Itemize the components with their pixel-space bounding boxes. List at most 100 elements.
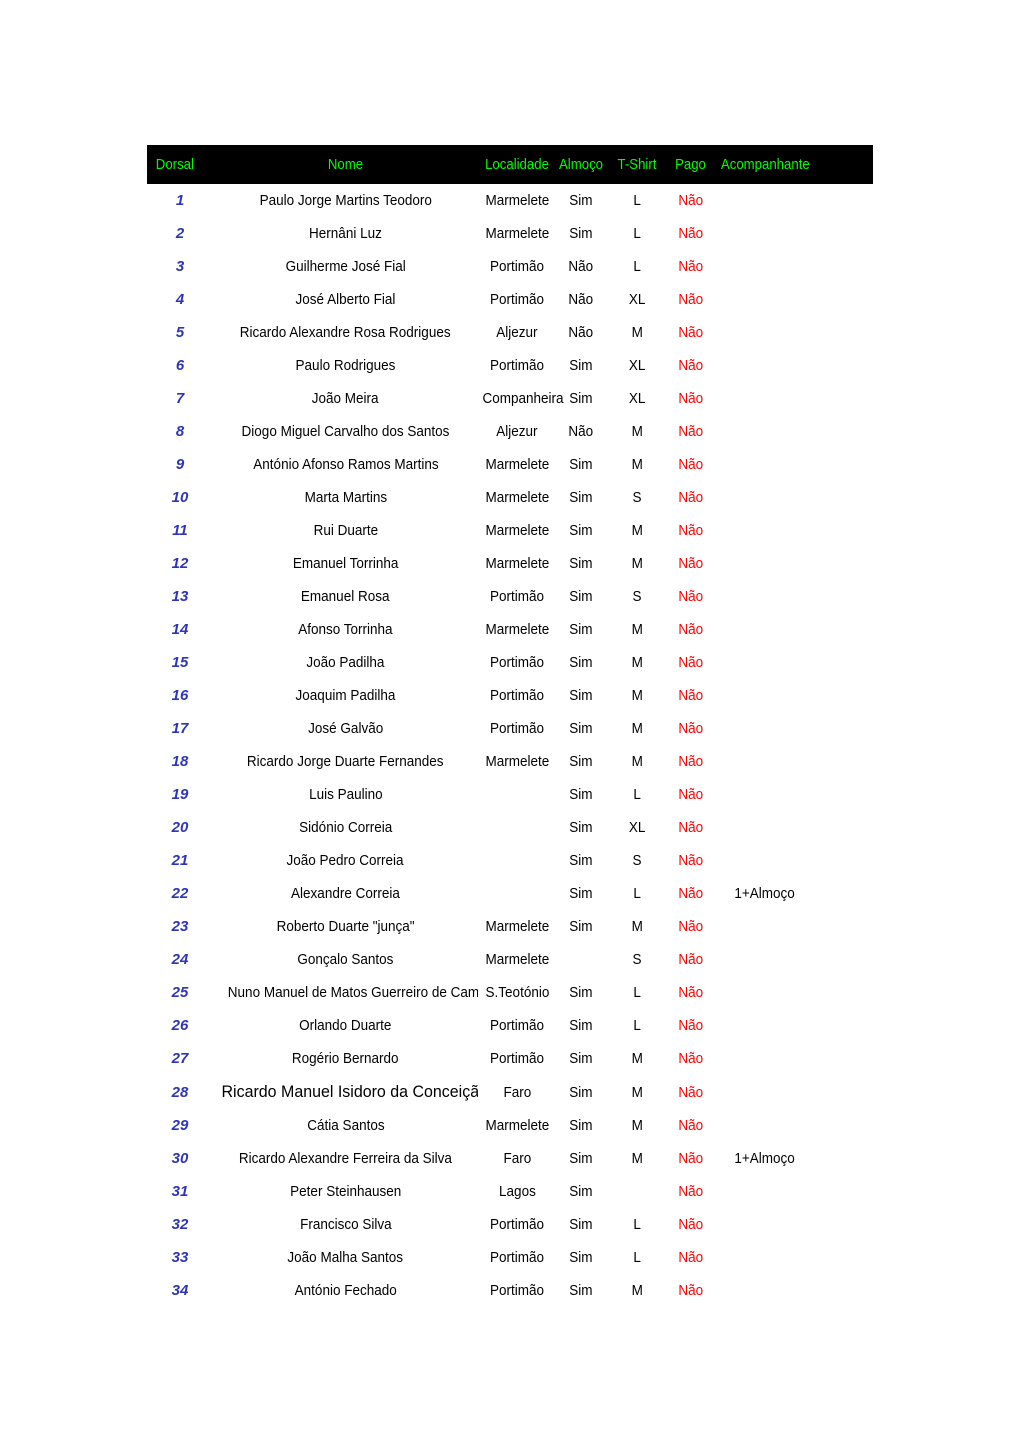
cell-nome[interactable]: Nuno Manuel de Matos Guerreiro de Campo xyxy=(213,976,478,1009)
column-header-pago[interactable]: Pago xyxy=(671,145,711,184)
cell-nome[interactable]: Ricardo Manuel Isidoro da Conceição xyxy=(213,1075,478,1109)
cell-dorsal[interactable]: 15 xyxy=(147,646,213,679)
cell-pago[interactable]: Não xyxy=(668,316,713,349)
cell-tshirt[interactable]: M xyxy=(606,1109,668,1142)
cell-nome[interactable]: Ricardo Jorge Duarte Fernandes xyxy=(213,745,478,778)
cell-nome[interactable]: Joaquim Padilha xyxy=(213,679,478,712)
column-header-tshirt[interactable]: T-Shirt xyxy=(610,145,665,184)
cell-nome[interactable]: Roberto Duarte "junça" xyxy=(213,910,478,943)
table-row[interactable]: 13 Emanuel Rosa Portimão Sim S Não xyxy=(147,580,873,613)
cell-dorsal[interactable]: 11 xyxy=(147,514,213,547)
cell-tshirt[interactable]: M xyxy=(606,679,668,712)
cell-localidade[interactable]: Marmelete xyxy=(478,448,556,481)
cell-nome[interactable]: Paulo Jorge Martins Teodoro xyxy=(213,184,478,217)
cell-almoco[interactable]: Sim xyxy=(556,811,606,844)
cell-nome[interactable]: Marta Martins xyxy=(213,481,478,514)
cell-almoco[interactable]: Sim xyxy=(556,580,606,613)
cell-nome[interactable]: Sidónio Correia xyxy=(213,811,478,844)
cell-tshirt[interactable]: L xyxy=(606,217,668,250)
cell-nome[interactable]: Francisco Silva xyxy=(213,1208,478,1241)
cell-acompanhante[interactable] xyxy=(713,250,873,283)
cell-dorsal[interactable]: 31 xyxy=(147,1175,213,1208)
cell-localidade[interactable]: Marmelete xyxy=(478,184,556,217)
cell-nome[interactable]: Diogo Miguel Carvalho dos Santos xyxy=(213,415,478,448)
cell-localidade[interactable]: Portimão xyxy=(478,1009,556,1042)
cell-acompanhante[interactable] xyxy=(713,1042,873,1075)
cell-dorsal[interactable]: 8 xyxy=(147,415,213,448)
cell-dorsal[interactable]: 14 xyxy=(147,613,213,646)
cell-tshirt[interactable]: M xyxy=(606,910,668,943)
cell-nome[interactable]: João Meira xyxy=(213,382,478,415)
table-row[interactable]: 11 Rui Duarte Marmelete Sim M Não xyxy=(147,514,873,547)
table-row[interactable]: 20 Sidónio Correia Sim XL Não xyxy=(147,811,873,844)
cell-acompanhante[interactable] xyxy=(713,415,873,448)
cell-tshirt[interactable]: M xyxy=(606,1142,668,1175)
cell-localidade[interactable]: Portimão xyxy=(478,1274,556,1307)
cell-dorsal[interactable]: 13 xyxy=(147,580,213,613)
cell-tshirt[interactable]: M xyxy=(606,448,668,481)
cell-tshirt[interactable]: S xyxy=(606,943,668,976)
cell-tshirt[interactable]: S xyxy=(606,580,668,613)
cell-pago[interactable]: Não xyxy=(668,415,713,448)
table-row[interactable]: 32 Francisco Silva Portimão Sim L Não xyxy=(147,1208,873,1241)
cell-almoco[interactable]: Não xyxy=(556,250,606,283)
table-row[interactable]: 26 Orlando Duarte Portimão Sim L Não xyxy=(147,1009,873,1042)
table-row[interactable]: 8 Diogo Miguel Carvalho dos Santos Aljezur… xyxy=(147,415,873,448)
cell-dorsal[interactable]: 10 xyxy=(147,481,213,514)
cell-tshirt[interactable]: S xyxy=(606,844,668,877)
cell-tshirt[interactable]: M xyxy=(606,1274,668,1307)
cell-pago[interactable]: Não xyxy=(668,1274,713,1307)
cell-almoco[interactable]: Sim xyxy=(556,514,606,547)
cell-pago[interactable]: Não xyxy=(668,1009,713,1042)
cell-acompanhante[interactable] xyxy=(713,316,873,349)
cell-dorsal[interactable]: 16 xyxy=(147,679,213,712)
table-row[interactable]: 9 António Afonso Ramos Martins Marmelete Si… xyxy=(147,448,873,481)
cell-almoco[interactable]: Sim xyxy=(556,976,606,1009)
table-row[interactable]: 33 João Malha Santos Portimão Sim L Não xyxy=(147,1241,873,1274)
cell-dorsal[interactable]: 2 xyxy=(147,217,213,250)
cell-acompanhante[interactable] xyxy=(713,382,873,415)
cell-nome[interactable]: Peter Steinhausen xyxy=(213,1175,478,1208)
cell-pago[interactable]: Não xyxy=(668,1175,713,1208)
cell-pago[interactable]: Não xyxy=(668,514,713,547)
cell-nome[interactable]: Cátia Santos xyxy=(213,1109,478,1142)
cell-acompanhante[interactable] xyxy=(713,1075,873,1109)
cell-dorsal[interactable]: 12 xyxy=(147,547,213,580)
cell-dorsal[interactable]: 3 xyxy=(147,250,213,283)
cell-localidade[interactable]: S.Teotónio xyxy=(478,976,556,1009)
cell-dorsal[interactable]: 4 xyxy=(147,283,213,316)
cell-almoco[interactable]: Sim xyxy=(556,217,606,250)
cell-almoco[interactable]: Sim xyxy=(556,448,606,481)
cell-pago[interactable]: Não xyxy=(668,250,713,283)
table-row[interactable]: 28 Ricardo Manuel Isidoro da Conceição Far… xyxy=(147,1075,873,1109)
cell-dorsal[interactable]: 18 xyxy=(147,745,213,778)
cell-almoco[interactable]: Sim xyxy=(556,1208,606,1241)
cell-acompanhante[interactable] xyxy=(713,679,873,712)
cell-acompanhante[interactable] xyxy=(713,217,873,250)
cell-tshirt[interactable]: L xyxy=(606,1208,668,1241)
cell-nome[interactable]: Rui Duarte xyxy=(213,514,478,547)
cell-pago[interactable]: Não xyxy=(668,1241,713,1274)
cell-almoco[interactable]: Sim xyxy=(556,547,606,580)
cell-localidade[interactable]: Faro xyxy=(478,1075,556,1109)
cell-acompanhante[interactable] xyxy=(713,481,873,514)
cell-almoco[interactable]: Sim xyxy=(556,712,606,745)
cell-dorsal[interactable]: 9 xyxy=(147,448,213,481)
cell-nome[interactable]: Orlando Duarte xyxy=(213,1009,478,1042)
cell-pago[interactable]: Não xyxy=(668,646,713,679)
cell-dorsal[interactable]: 28 xyxy=(147,1075,213,1109)
cell-nome[interactable]: Afonso Torrinha xyxy=(213,613,478,646)
cell-almoco[interactable] xyxy=(556,943,606,976)
cell-nome[interactable]: Rogério Bernardo xyxy=(213,1042,478,1075)
cell-acompanhante[interactable] xyxy=(713,547,873,580)
cell-tshirt[interactable]: L xyxy=(606,1241,668,1274)
cell-acompanhante[interactable] xyxy=(713,976,873,1009)
cell-nome[interactable]: Emanuel Torrinha xyxy=(213,547,478,580)
cell-pago[interactable]: Não xyxy=(668,811,713,844)
cell-pago[interactable]: Não xyxy=(668,382,713,415)
cell-localidade[interactable]: Portimão xyxy=(478,250,556,283)
cell-nome[interactable]: João Malha Santos xyxy=(213,1241,478,1274)
cell-localidade[interactable]: Marmelete xyxy=(478,910,556,943)
cell-localidade[interactable]: Portimão xyxy=(478,283,556,316)
cell-almoco[interactable]: Sim xyxy=(556,1109,606,1142)
